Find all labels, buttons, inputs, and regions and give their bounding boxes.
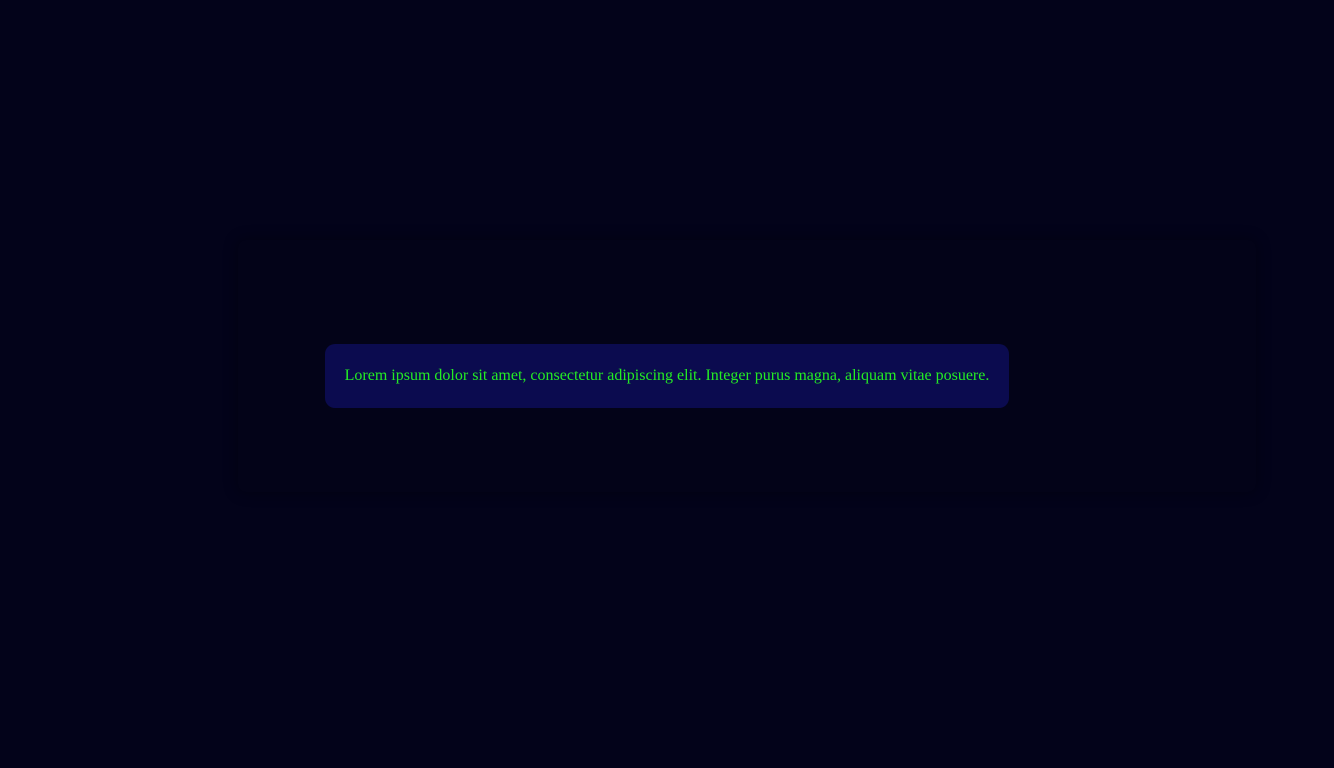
notification-text: Lorem ipsum dolor sit amet, consectetur …: [344, 367, 990, 384]
page-background: Lorem ipsum dolor sit amet, consectetur …: [0, 0, 1334, 768]
notification-box: Lorem ipsum dolor sit amet, consectetur …: [325, 344, 1009, 408]
